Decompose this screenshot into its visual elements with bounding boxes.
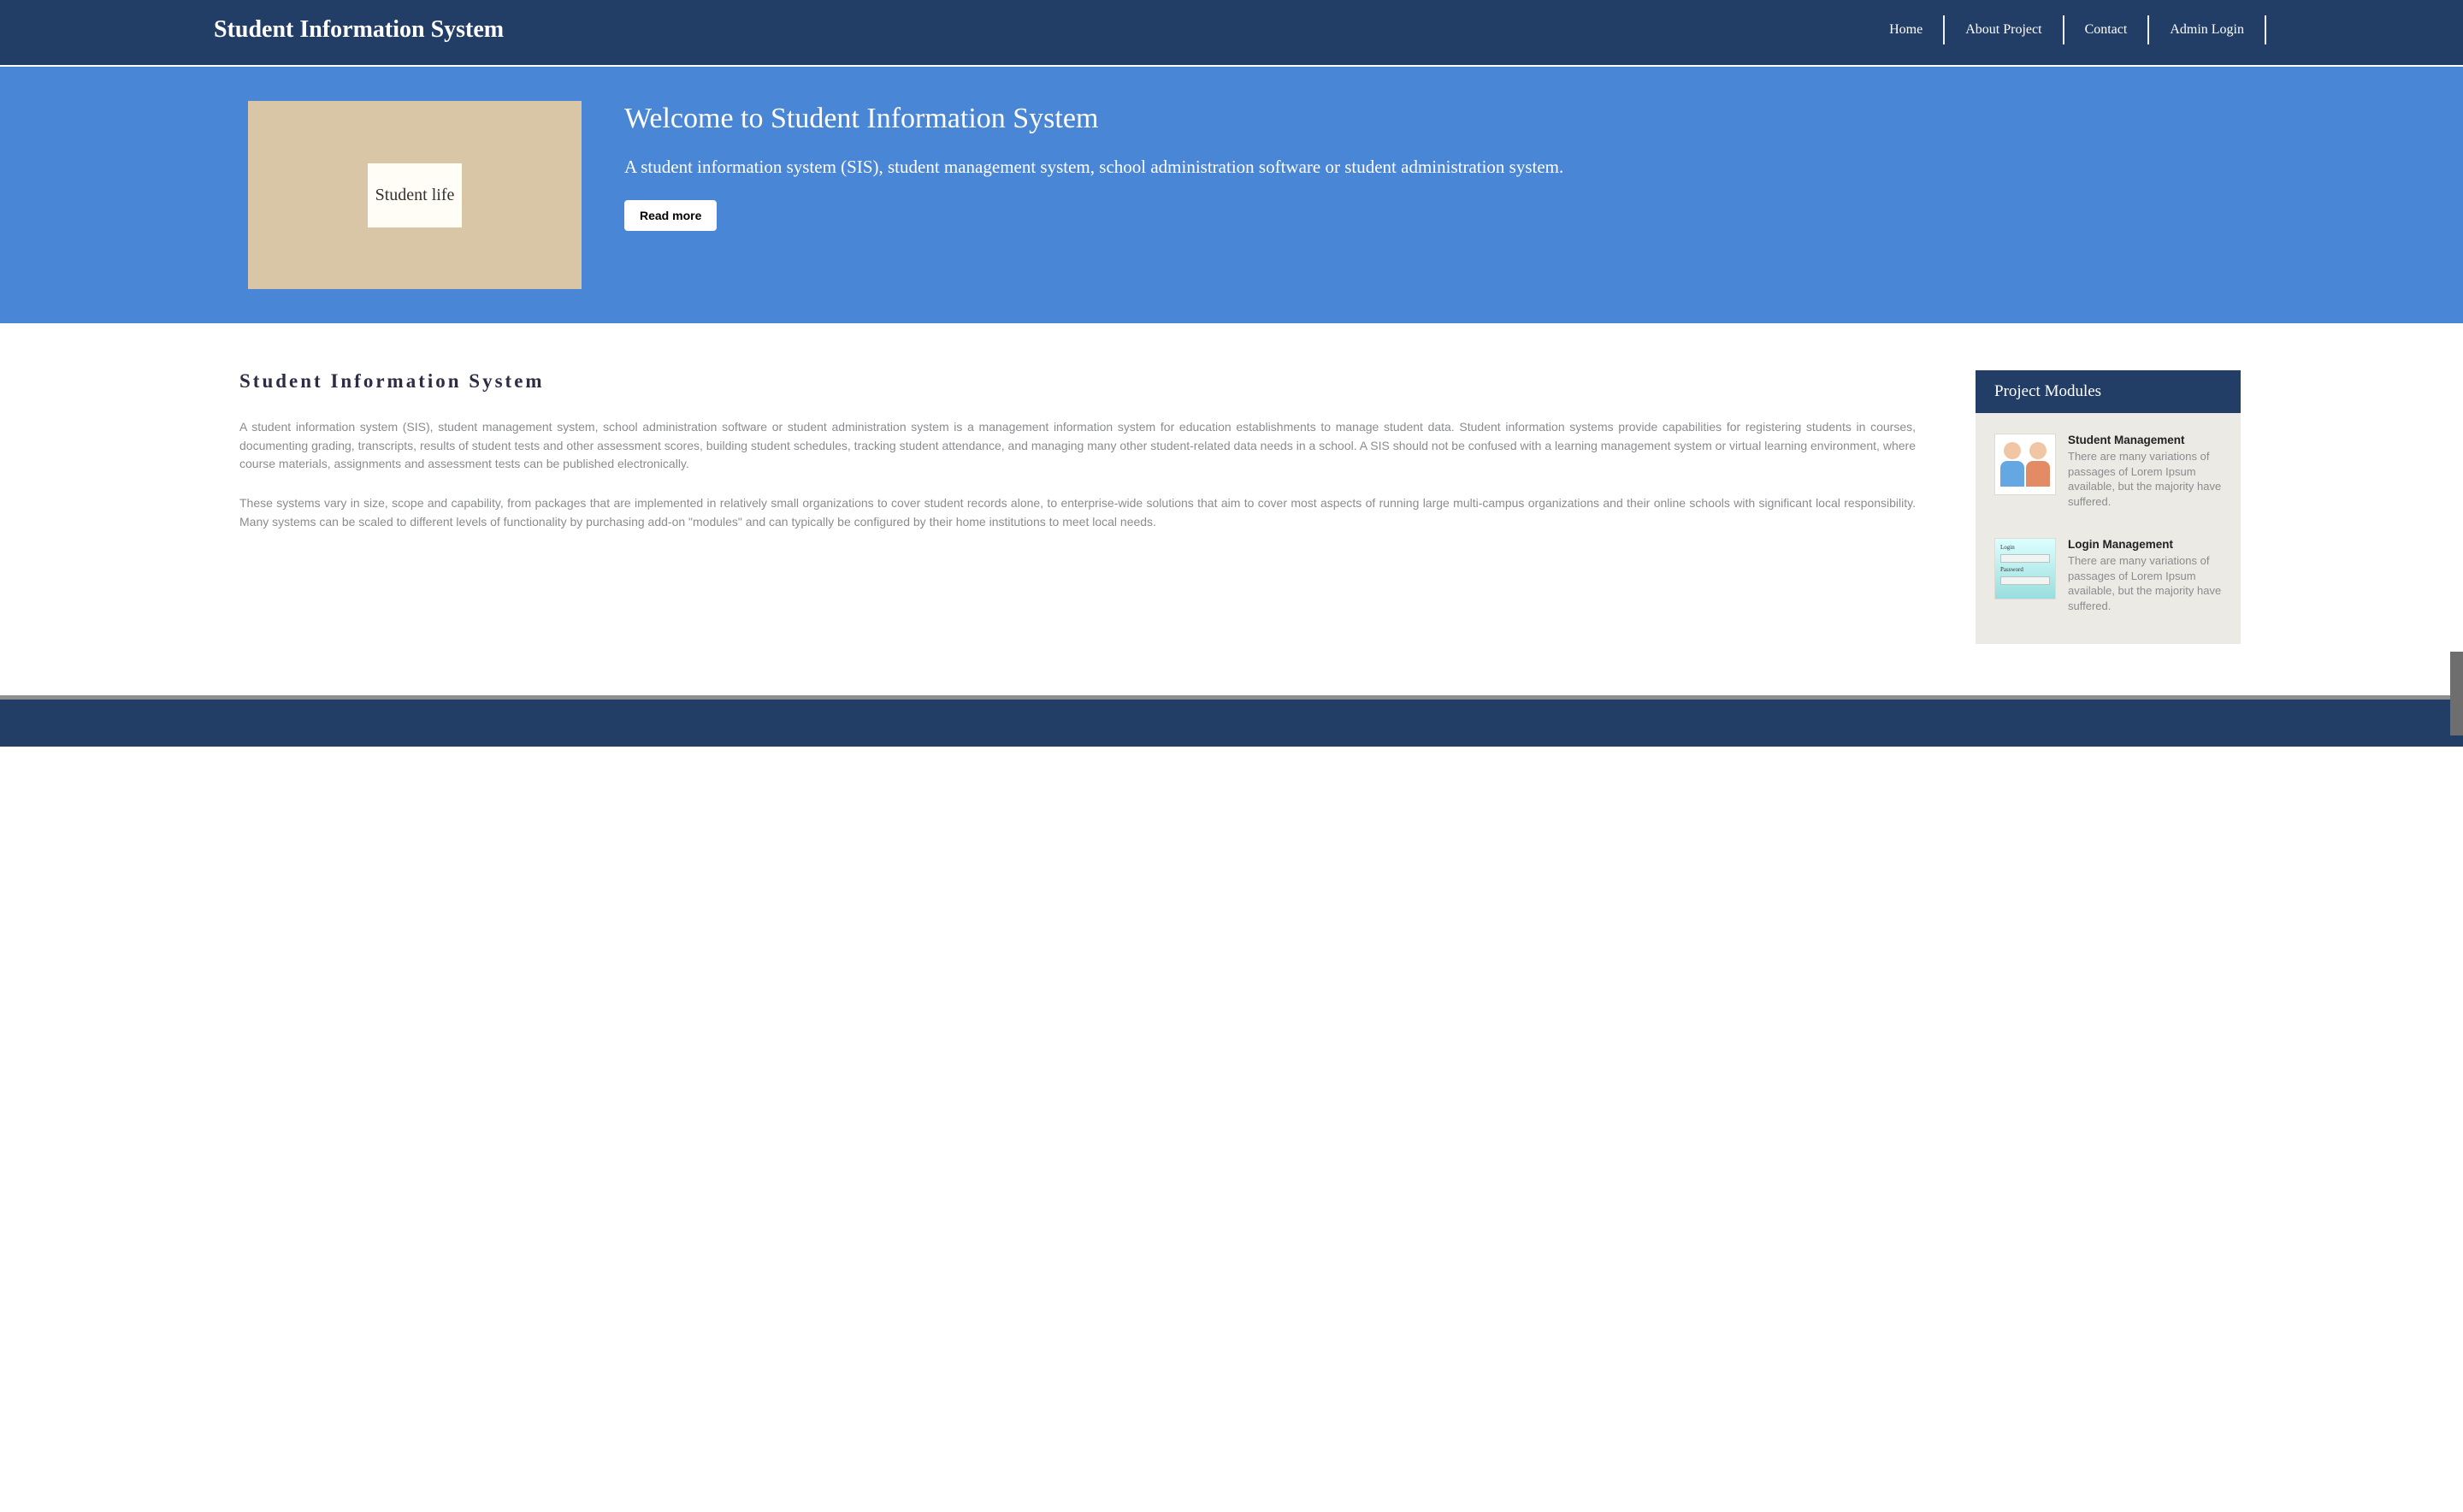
article-paragraph: A student information system (SIS), stud… (239, 418, 1916, 474)
read-more-button[interactable]: Read more (624, 200, 717, 231)
hero-heading: Welcome to Student Information System (624, 101, 2241, 138)
footer (0, 695, 2463, 747)
sidebar-body: Student Management There are many variat… (1976, 413, 2241, 644)
module-login-management[interactable]: Login Password Login Management There ar… (1994, 538, 2222, 613)
top-header: Student Information System Home About Pr… (0, 0, 2463, 67)
people-icon (1994, 434, 2056, 495)
nav-contact[interactable]: Contact (2064, 15, 2150, 44)
module-desc: There are many variations of passages of… (2068, 553, 2222, 613)
article-title: Student Information System (239, 370, 1916, 393)
nav-about-project[interactable]: About Project (1945, 15, 2064, 44)
site-title[interactable]: Student Information System (214, 15, 504, 44)
article: Student Information System A student inf… (239, 370, 1916, 644)
scrollbar-thumb[interactable] (2450, 652, 2463, 735)
hero-image: Student life (248, 101, 582, 289)
article-paragraph: These systems vary in size, scope and ca… (239, 494, 1916, 531)
scrollbar-track[interactable] (2450, 0, 2463, 1512)
hero-image-sign: Student life (368, 163, 462, 227)
login-form-icon: Login Password (1994, 538, 2056, 599)
main-content: Student Information System A student inf… (0, 323, 2463, 695)
module-title: Student Management (2068, 434, 2222, 446)
module-title: Login Management (2068, 538, 2222, 551)
hero-section: Student life Welcome to Student Informat… (0, 67, 2463, 323)
module-body: Student Management There are many variat… (2068, 434, 2222, 509)
sidebar-heading: Project Modules (1976, 370, 2241, 413)
login-thumb-label: Password (2000, 566, 2050, 573)
module-student-management[interactable]: Student Management There are many variat… (1994, 434, 2222, 509)
login-thumb-label: Login (2000, 544, 2050, 551)
main-nav: Home About Project Contact Admin Login (1869, 15, 2266, 44)
sidebar: Project Modules Student Management There… (1976, 370, 2241, 644)
hero-text: Welcome to Student Information System A … (624, 101, 2241, 231)
hero-subheading: A student information system (SIS), stud… (624, 155, 2241, 179)
nav-admin-login[interactable]: Admin Login (2149, 15, 2266, 44)
module-body: Login Management There are many variatio… (2068, 538, 2222, 613)
module-desc: There are many variations of passages of… (2068, 449, 2222, 509)
nav-home[interactable]: Home (1869, 15, 1945, 44)
